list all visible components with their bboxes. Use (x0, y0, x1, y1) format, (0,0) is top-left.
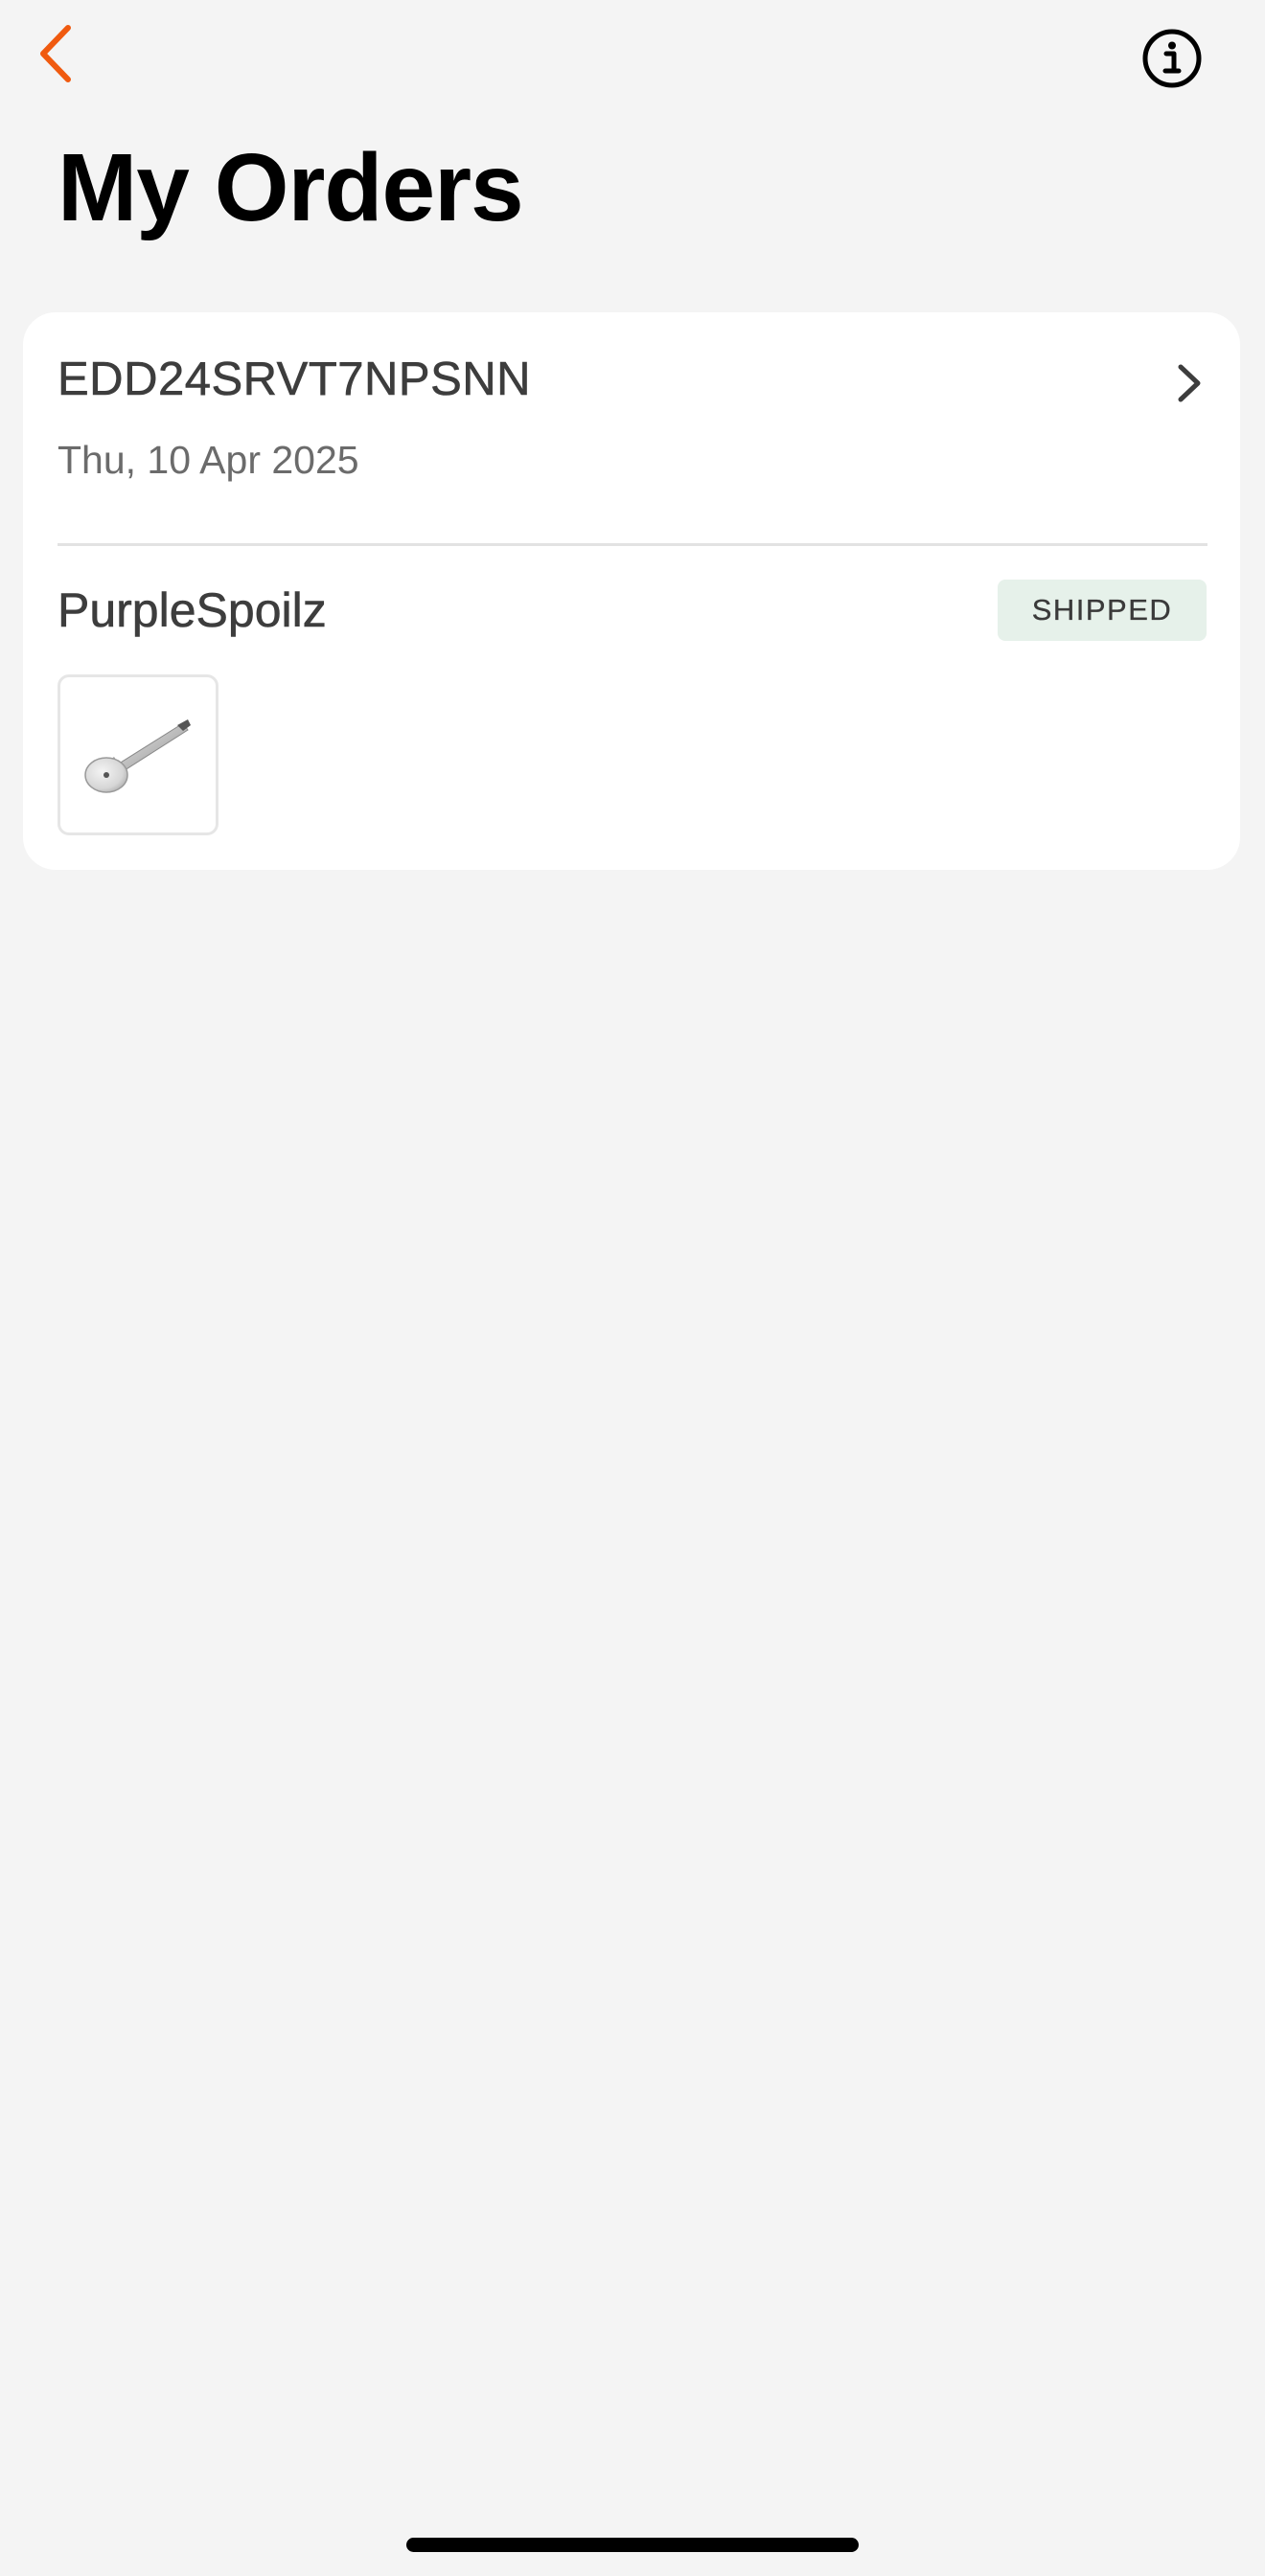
info-circle-icon (1142, 29, 1202, 88)
divider (58, 543, 1208, 546)
chevron-left-icon (40, 25, 71, 82)
order-date: Thu, 10 Apr 2025 (58, 438, 359, 482)
seller-name: PurpleSpoilz (58, 583, 327, 638)
home-indicator (406, 2538, 859, 2552)
back-button[interactable] (27, 17, 84, 90)
order-id: EDD24SRVT7NPSNN (58, 353, 532, 406)
page-title: My Orders (58, 134, 524, 241)
pizza-cutter-image (84, 719, 191, 793)
status-badge: SHIPPED (998, 580, 1207, 641)
chevron-right-icon (1178, 364, 1201, 402)
info-button[interactable] (1137, 23, 1208, 94)
product-thumbnail[interactable] (58, 674, 218, 835)
order-card[interactable]: EDD24SRVT7NPSNN Thu, 10 Apr 2025 PurpleS… (23, 312, 1240, 870)
